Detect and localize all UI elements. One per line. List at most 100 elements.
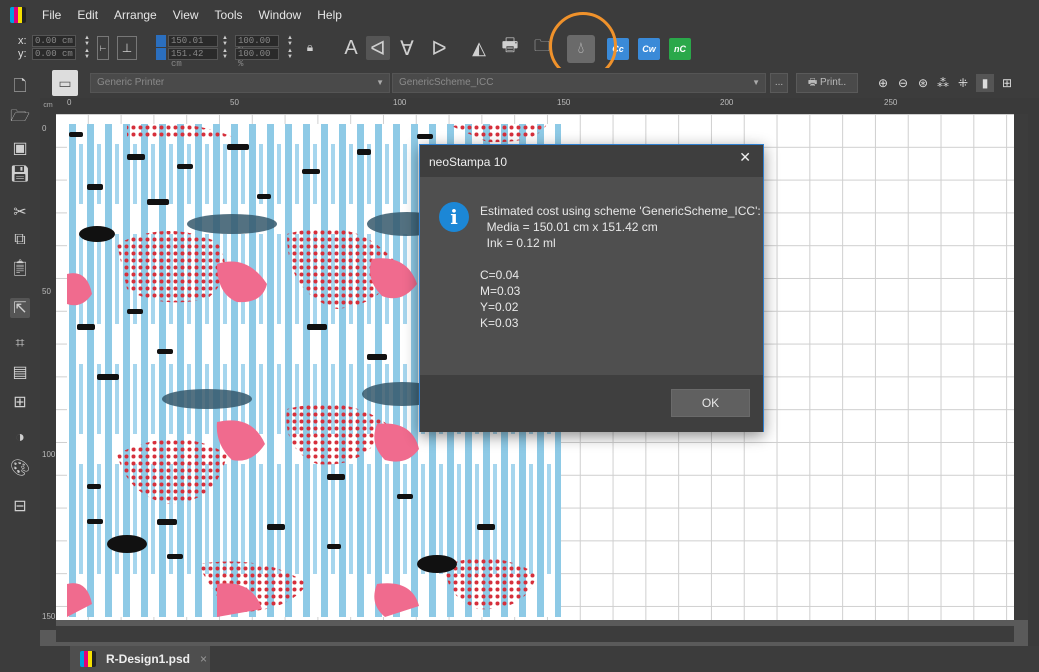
save-icon[interactable]: 💾︎ (10, 164, 30, 184)
cyan-value: C=0.04 (480, 268, 520, 282)
menu-file[interactable]: File (34, 0, 69, 30)
width-input[interactable]: 150.01 cm (168, 35, 218, 56)
chevron-down-icon: ▼ (376, 78, 384, 87)
x-spinner[interactable]: ▲ ▼ (84, 35, 90, 47)
close-tab-icon[interactable]: × (200, 652, 207, 666)
import-image-icon[interactable]: ▣ (10, 138, 30, 158)
ruler-label-100: 100 (393, 98, 407, 107)
black-value: K=0.03 (480, 316, 519, 330)
rotate-right-icon[interactable]: ᐅ (428, 36, 450, 60)
print-button[interactable]: 🖶︎ Print.. (796, 73, 858, 93)
height-icon (156, 48, 166, 60)
crop-icon[interactable]: ⌗ (10, 334, 30, 354)
printer-settings-icon[interactable]: 🖶︎ (498, 35, 522, 60)
menu-view[interactable]: View (165, 0, 207, 30)
scheme-options-button[interactable]: ... (770, 73, 788, 93)
open-folder-icon[interactable]: 🗁 (10, 108, 30, 128)
ruler-left-label-50: 50 (42, 287, 51, 296)
layout-icon[interactable]: ⊟ (10, 496, 30, 516)
ruler-left-label-0: 0 (42, 124, 47, 133)
cut-icon[interactable]: ✂ (10, 202, 30, 222)
menu-help[interactable]: Help (309, 0, 350, 30)
scheme-dropdown-value: GenericScheme_ICC (399, 77, 494, 88)
height-spinner[interactable]: ▲ ▼ (222, 48, 228, 60)
app-logo-icon (10, 7, 26, 23)
zoom-fit-icon[interactable]: ⊛ (914, 74, 932, 92)
menu-arrange[interactable]: Arrange (106, 0, 165, 30)
printer-thumbnail-icon: ▭ (52, 70, 78, 96)
color-contrast-icon[interactable]: ◑ (10, 428, 30, 448)
document-tab[interactable]: R-Design1.psd × (70, 646, 210, 672)
info-icon: i (439, 202, 469, 232)
rotate-180-icon[interactable]: ∀ (396, 36, 418, 60)
horizontal-scrollbar[interactable] (56, 626, 1014, 642)
ink-total-line: Ink = 0.12 ml (480, 236, 556, 250)
ruler-label-0: 0 (67, 98, 72, 107)
menu-bar: File Edit Arrange View Tools Window Help (0, 0, 1039, 30)
media-size-line: Media = 150.01 cm x 151.42 cm (480, 220, 658, 234)
rotate-left-icon[interactable]: ᐊ (366, 36, 390, 60)
width-icon (156, 35, 166, 47)
scale-x-spinner[interactable]: ▲ ▼ (287, 35, 293, 47)
y-label: y: (18, 48, 27, 60)
close-icon[interactable]: ✕ (739, 149, 751, 166)
menu-edit[interactable]: Edit (69, 0, 106, 30)
select-pointer-icon[interactable]: ⇱ (10, 298, 30, 318)
yellow-value: Y=0.02 (480, 300, 519, 314)
menu-tools[interactable]: Tools (207, 0, 251, 30)
x-input[interactable]: 0.00 cm (32, 35, 76, 47)
scale-x-input[interactable]: 100.00 % (235, 35, 279, 56)
x-label: x: (18, 35, 27, 47)
y-input[interactable]: 0.00 cm (32, 48, 76, 60)
align-origin-icon[interactable]: ⊢ (97, 36, 109, 60)
print-icon: 🖶︎ (807, 77, 821, 88)
cost-summary-line: Estimated cost using scheme 'GenericSche… (480, 204, 761, 218)
palette-icon[interactable]: 🎨︎ (10, 458, 30, 478)
zoom-out-icon[interactable]: ⊖ (894, 74, 912, 92)
zoom-tiles-icon[interactable]: ⁂ (934, 74, 952, 92)
copy-icon[interactable]: ⧉ (10, 230, 30, 250)
anchor-icon[interactable]: ⊥ (117, 36, 137, 60)
document-tab-label: R-Design1.psd (106, 652, 191, 666)
ruler-label-50: 50 (230, 98, 239, 107)
step-repeat-icon[interactable]: ▤ (10, 362, 30, 382)
y-spinner[interactable]: ▲ ▼ (84, 48, 90, 60)
ruler-left-label-100: 100 (42, 450, 56, 459)
ruler-unit: cm (40, 98, 56, 114)
scheme-dropdown[interactable]: GenericScheme_ICC ▼ (392, 73, 766, 93)
new-document-icon[interactable]: 🗋 (10, 78, 30, 98)
fit-page-icon[interactable]: ⊞ (998, 74, 1016, 92)
paste-icon[interactable]: 📋︎ (10, 258, 30, 278)
document-tab-bar: R-Design1.psd × (0, 646, 1039, 672)
ruler-top (56, 98, 1028, 114)
cost-cw-button[interactable]: Cw (638, 38, 660, 60)
document-icon (80, 651, 96, 667)
printer-dropdown-value: Generic Printer (97, 77, 165, 88)
vertical-scrollbar[interactable] (1014, 114, 1028, 620)
chevron-down-icon: ▼ (752, 78, 760, 87)
left-toolbar: 🗋 🗁 ▣ 💾︎ ✂ ⧉ 📋︎ ⇱ ⌗ ▤ ⊞ ◑ 🎨︎ ⊟ (0, 68, 40, 648)
ruler-label-150: 150 (557, 98, 571, 107)
mirror-icon[interactable]: ◭ (467, 36, 491, 60)
scale-y-input[interactable]: 100.00 % (235, 48, 279, 69)
print-button-label: Print.. (820, 77, 847, 88)
zoom-selection-icon[interactable]: ⁜ (954, 74, 972, 92)
lock-icon[interactable]: 🔒︎ (301, 38, 319, 56)
grid-icon[interactable]: ⊞ (10, 392, 30, 412)
cost-dialog: neoStampa 10 ✕ i Estimated cost using sc… (419, 144, 764, 432)
width-spinner[interactable]: ▲ ▼ (222, 35, 228, 47)
ok-button[interactable]: OK (671, 389, 750, 417)
dialog-body: i Estimated cost using scheme 'GenericSc… (420, 177, 763, 375)
zoom-in-icon[interactable]: ⊕ (874, 74, 892, 92)
scale-y-spinner[interactable]: ▲ ▼ (287, 48, 293, 60)
cost-nc-button[interactable]: nC (669, 38, 691, 60)
printer-dropdown[interactable]: Generic Printer ▼ (90, 73, 390, 93)
printer-bar: ▭ Generic Printer ▼ GenericScheme_ICC ▼ … (40, 68, 1039, 98)
rotate-normal-icon[interactable]: A (340, 36, 362, 60)
ruler-left (40, 114, 56, 630)
fit-width-icon[interactable]: ▮ (976, 74, 994, 92)
ruler-label-200: 200 (720, 98, 734, 107)
menu-window[interactable]: Window (251, 0, 310, 30)
dialog-footer: OK (420, 375, 763, 432)
height-input[interactable]: 151.42 cm (168, 48, 218, 69)
